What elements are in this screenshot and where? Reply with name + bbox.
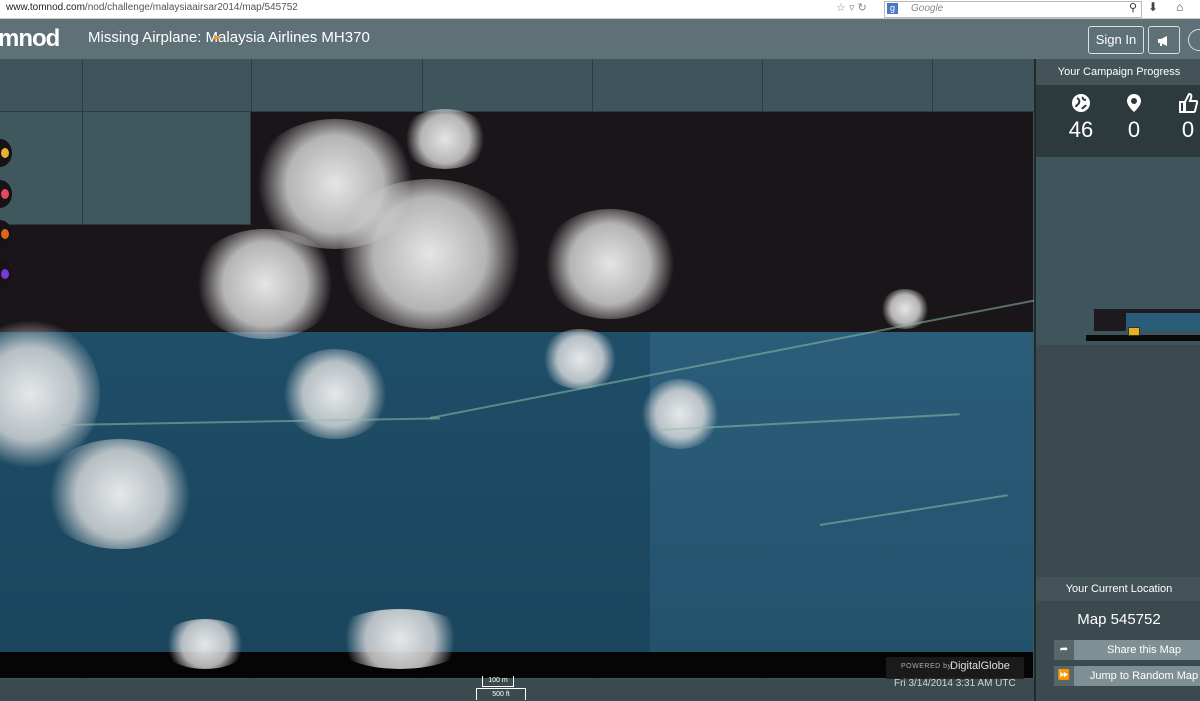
map-scale: 100 m 500 ft: [476, 676, 526, 701]
thumbs-up-icon: [1168, 92, 1200, 117]
stat-agreements: 0: [1168, 92, 1200, 143]
app-header: mnod Missing Airplane: Malaysia Airlines…: [0, 19, 1200, 59]
provider-label: DigitalGlobe: [950, 660, 1010, 672]
dropdown-icon[interactable]: ▿: [849, 2, 855, 14]
map-attribution: POWERED by DigitalGlobe: [886, 657, 1024, 679]
home-icon[interactable]: ⌂: [1176, 0, 1183, 14]
magnifier-icon[interactable]: ⚲: [1129, 1, 1137, 14]
jump-random-map-button[interactable]: ⏩ Jump to Random Map: [1054, 666, 1200, 686]
map-pin-icon: [1114, 93, 1154, 117]
map-bottom-strip: [0, 652, 1033, 678]
tomnod-logo[interactable]: mnod: [0, 25, 60, 53]
stat-agreements-value: 0: [1181, 117, 1195, 142]
image-timestamp: Fri 3/14/2014 3:31 AM UTC: [894, 678, 1016, 689]
fast-forward-icon: ⏩: [1054, 666, 1074, 686]
current-location-marker: [1128, 327, 1140, 336]
refresh-icon[interactable]: ↻: [858, 2, 867, 14]
share-map-label: Share this Map: [1107, 644, 1181, 656]
empty-tile: [0, 111, 251, 225]
powered-by-label: POWERED by: [901, 663, 952, 670]
browser-toolbar: www.tomnod.com/nod/challenge/malaysiaair…: [0, 0, 1200, 19]
search-placeholder: Google: [911, 3, 944, 14]
stat-maps-value: 46: [1068, 117, 1094, 142]
page-title: Missing Airplane: Malaysia Airlines MH37…: [88, 29, 370, 46]
sign-in-button[interactable]: Sign In: [1088, 26, 1144, 54]
satellite-tile-ocean-bright: [650, 332, 1033, 652]
scale-metric: 100 m: [482, 676, 514, 687]
minimap[interactable]: [1036, 157, 1200, 345]
campaign-progress-title: Your Campaign Progress: [1036, 59, 1200, 85]
stat-maps: 46: [1061, 93, 1101, 143]
url-host: www.tomnod.com: [6, 2, 85, 13]
url-path: /nod/challenge/malaysiaairsar2014/map/54…: [84, 2, 298, 13]
menu-circle-button[interactable]: [1188, 29, 1200, 51]
download-icon[interactable]: ⬇: [1148, 0, 1158, 14]
scale-imperial: 500 ft: [476, 688, 526, 700]
campaign-stats: 46 0 0: [1036, 85, 1200, 157]
current-location-title: Your Current Location: [1036, 577, 1200, 601]
address-bar[interactable]: www.tomnod.com/nod/challenge/malaysiaair…: [6, 2, 298, 13]
accent-underline: [214, 36, 220, 39]
map-id: Map 545752: [1077, 611, 1161, 628]
search-input[interactable]: g Google ⚲: [884, 1, 1142, 18]
side-panel: Your Campaign Progress 46 0 0 Your Curre…: [1034, 59, 1200, 701]
url-controls: ☆ ▿ ↻: [836, 1, 867, 14]
google-icon: g: [887, 3, 898, 14]
share-map-button[interactable]: ➦ Share this Map: [1054, 640, 1200, 660]
globe-icon: [1061, 93, 1101, 117]
stat-tags-value: 0: [1127, 117, 1141, 142]
satellite-map[interactable]: [0, 59, 1034, 679]
star-icon[interactable]: ☆: [836, 2, 846, 14]
jump-random-label: Jump to Random Map: [1089, 670, 1199, 682]
share-icon: ➦: [1054, 640, 1074, 660]
stat-tags: 0: [1114, 93, 1154, 143]
megaphone-icon[interactable]: [1148, 26, 1180, 54]
